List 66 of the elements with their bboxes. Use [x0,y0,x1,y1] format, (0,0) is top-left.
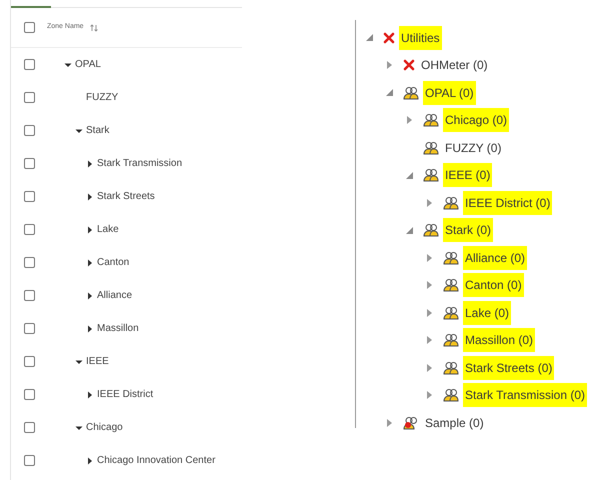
checkbox[interactable] [24,125,35,136]
checkbox[interactable] [24,323,35,334]
expand-triangle-icon[interactable] [426,198,433,208]
zone-name: Stark [86,124,110,138]
expand-triangle-icon[interactable] [406,115,413,126]
zone-name: FUZZY [86,91,118,105]
tree-label[interactable]: Massillon (0) [463,328,536,352]
tree-label[interactable]: Canton (0) [463,273,524,298]
expand-triangle-icon[interactable] [426,362,433,373]
checkbox[interactable] [24,59,35,70]
caret-down-icon[interactable] [75,128,83,134]
caret-right-icon[interactable] [87,258,93,266]
tree-label[interactable]: Utilities [399,26,442,50]
checkbox[interactable] [24,356,35,367]
tree-label[interactable]: Chicago (0) [443,108,510,132]
tree-label[interactable]: Lake (0) [463,300,512,325]
tree-label[interactable]: Stark (0) [443,218,494,242]
checkbox[interactable] [24,389,35,400]
checkbox[interactable] [24,191,35,202]
sort-icon[interactable] [90,24,98,32]
collapse-triangle-icon[interactable] [365,33,374,42]
caret-right-icon[interactable] [87,456,93,464]
checkbox[interactable] [24,257,35,268]
zone-name: OPAL [75,58,101,72]
tree-label[interactable]: Stark Streets (0) [463,356,554,380]
tree-label[interactable]: Stark Transmission (0) [463,383,588,408]
zone-name: Stark Transmission [97,157,182,171]
zone-name: Lake [97,223,119,237]
expand-triangle-icon[interactable] [386,60,393,70]
caret-down-icon[interactable] [64,62,72,68]
checkbox[interactable] [24,455,35,466]
zone-name: IEEE District [97,388,154,402]
zone-name: Chicago [86,421,123,435]
collapse-triangle-icon[interactable] [405,170,414,180]
tree-label[interactable]: Alliance (0) [463,246,528,270]
checkbox[interactable] [24,92,35,103]
expand-triangle-icon[interactable] [386,418,393,428]
caret-right-icon[interactable] [87,226,93,234]
zone-name: Chicago Innovation Center [97,454,216,468]
expand-triangle-icon[interactable] [426,280,433,290]
caret-right-icon[interactable] [87,324,93,332]
caret-right-icon[interactable] [87,390,93,398]
expand-triangle-icon[interactable] [426,308,433,318]
caret-right-icon[interactable] [87,192,93,200]
checkbox[interactable] [24,224,35,235]
tree-label[interactable]: IEEE (0) [443,163,492,188]
tree-label[interactable]: OPAL (0) [423,80,476,105]
zone-name: Massillon [97,322,139,336]
caret-right-icon[interactable] [87,292,93,300]
checkbox[interactable] [24,422,35,433]
tree-label[interactable]: IEEE District (0) [463,190,552,215]
caret-right-icon[interactable] [87,160,93,168]
checkbox[interactable] [24,22,35,33]
expand-triangle-icon[interactable] [426,390,433,400]
expand-triangle-icon[interactable] [426,335,433,346]
zone-name: Canton [97,256,130,270]
zone-name: Alliance [97,289,132,303]
collapse-triangle-icon[interactable] [405,226,414,235]
caret-down-icon[interactable] [75,358,83,364]
expand-triangle-icon[interactable] [426,252,433,263]
zone-name: Stark Streets [97,190,155,204]
checkbox[interactable] [24,290,35,301]
caret-down-icon[interactable] [75,424,83,430]
zone-name: IEEE [86,355,109,369]
checkbox[interactable] [24,158,35,169]
collapse-triangle-icon[interactable] [385,88,394,98]
